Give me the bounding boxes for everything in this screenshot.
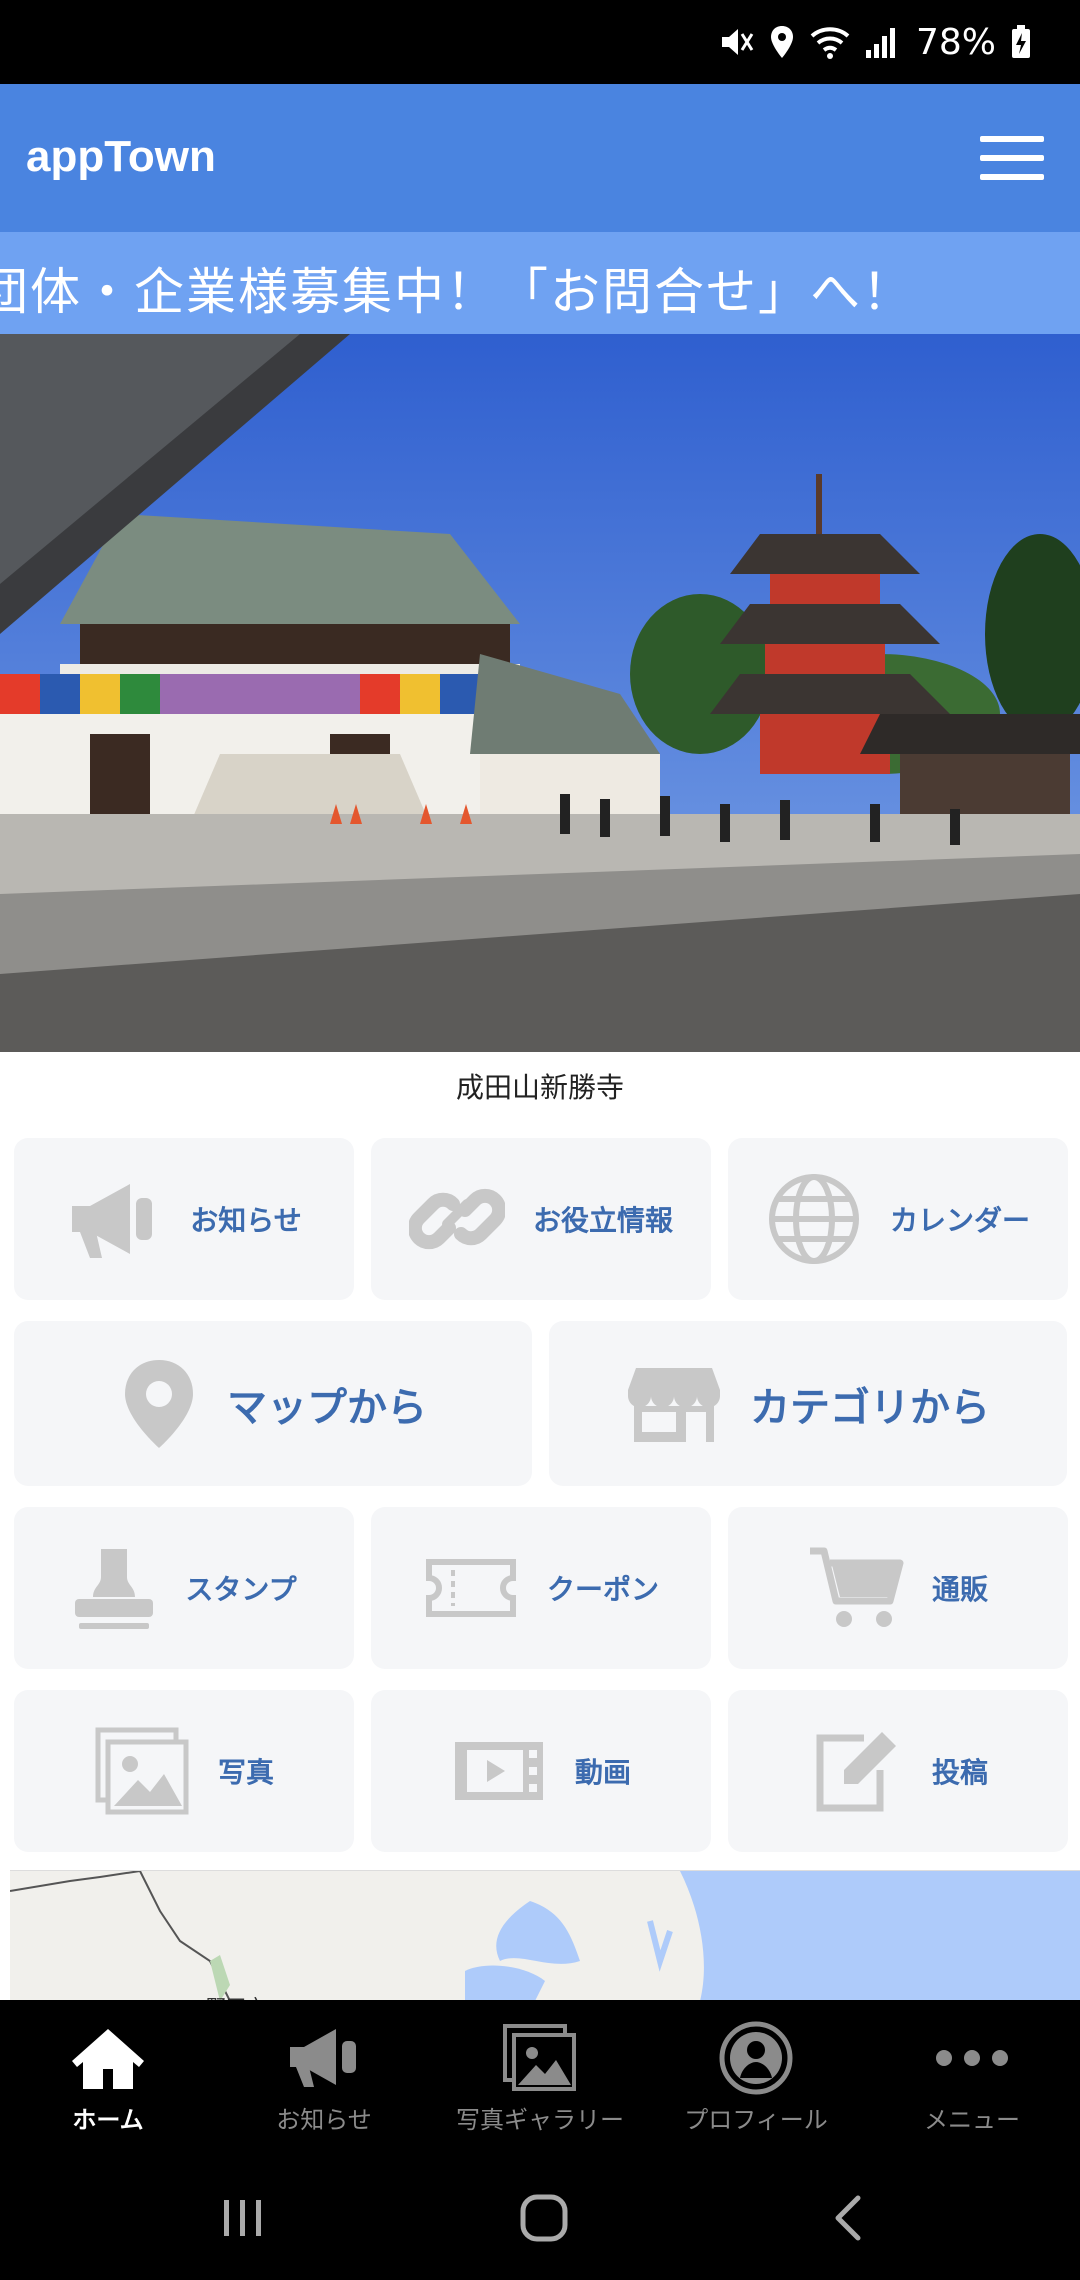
megaphone-icon [286,2022,362,2094]
nav-item-gallery[interactable]: 写真ギャラリー [432,2000,648,2150]
mute-icon [718,24,754,60]
calendar-tile-label: カレンダー [889,1204,1030,1237]
ticket-icon [423,1556,519,1620]
gallery-icon [502,2022,578,2094]
nav-item-news[interactable]: お知らせ [216,2000,432,2150]
post-tile-label: 投稿 [931,1756,988,1789]
home-button-icon[interactable] [514,2190,574,2246]
signal-icon [864,24,898,60]
edit-icon [808,1726,904,1816]
nav-label-news: お知らせ [276,2106,372,2134]
map-pin-icon [119,1356,199,1452]
stamp-tile[interactable]: スタンプ [14,1507,354,1669]
photo-icon [94,1726,190,1816]
news-tile[interactable]: お知らせ [14,1138,354,1300]
wifi-icon [810,24,850,60]
map-search-tile-label: マップから [227,1384,427,1431]
video-icon [451,1736,547,1806]
hamburger-menu-icon[interactable] [980,136,1044,180]
system-navigation-bar [0,2150,1080,2280]
map-place-label: 野田市 [206,1991,266,2000]
announcement-marquee[interactable]: 団体・企業様募集中！「お問合せ」へ！ [0,232,1080,334]
more-icon [934,2022,1010,2094]
nav-label-home: ホーム [72,2106,144,2134]
stamp-icon [71,1543,157,1633]
link-icon [408,1176,505,1262]
coupon-tile[interactable]: クーポン [371,1507,711,1669]
home-icon [70,2022,146,2094]
megaphone-icon [66,1176,162,1262]
recent-apps-icon[interactable] [212,2190,272,2246]
hero-image[interactable] [0,334,1080,1052]
category-search-tile[interactable]: カテゴリから [549,1321,1067,1486]
stamp-tile-label: スタンプ [185,1573,297,1606]
nav-label-gallery: 写真ギャラリー [456,2106,624,2134]
photo-tile[interactable]: 写真 [14,1690,354,1852]
status-icons: 78% [718,21,1032,63]
bottom-navigation: ホーム お知らせ 写真ギャラリー プロフィール メニュー [0,2000,1080,2150]
store-icon [626,1364,722,1444]
nav-item-home[interactable]: ホーム [0,2000,216,2150]
battery-percent: 78% [915,21,996,63]
photo-tile-label: 写真 [217,1756,274,1789]
news-tile-label: お知らせ [190,1204,302,1237]
calendar-tile[interactable]: カレンダー [728,1138,1068,1300]
status-bar: 78% [0,0,1080,84]
category-search-tile-label: カテゴリから [750,1384,990,1431]
hero-caption: 成田山新勝寺 [455,1071,624,1104]
video-tile[interactable]: 動画 [371,1690,711,1852]
map-search-tile[interactable]: マップから [14,1321,532,1486]
cart-icon [808,1543,904,1633]
post-tile[interactable]: 投稿 [728,1690,1068,1852]
location-icon [768,24,796,60]
map-view[interactable]: 野田市 [10,1870,1080,2000]
nav-item-menu[interactable]: メニュー [864,2000,1080,2150]
useful-info-tile-label: お役立情報 [532,1204,673,1237]
nav-item-profile[interactable]: プロフィール [648,2000,864,2150]
globe-icon [766,1171,862,1267]
app-title: appTown [26,132,216,181]
useful-info-tile[interactable]: お役立情報 [371,1138,711,1300]
marquee-text: 団体・企業様募集中！「お問合せ」へ！ [0,263,914,321]
shopping-tile[interactable]: 通販 [728,1507,1068,1669]
nav-label-profile: プロフィール [684,2106,828,2134]
shopping-tile-label: 通販 [931,1573,988,1606]
back-icon[interactable] [818,2190,878,2246]
battery-icon [1010,24,1032,60]
app-header: appTown [0,84,1080,232]
video-tile-label: 動画 [574,1756,631,1789]
profile-icon [718,2021,794,2095]
coupon-tile-label: クーポン [546,1573,659,1606]
nav-label-menu: メニュー [924,2106,1020,2134]
